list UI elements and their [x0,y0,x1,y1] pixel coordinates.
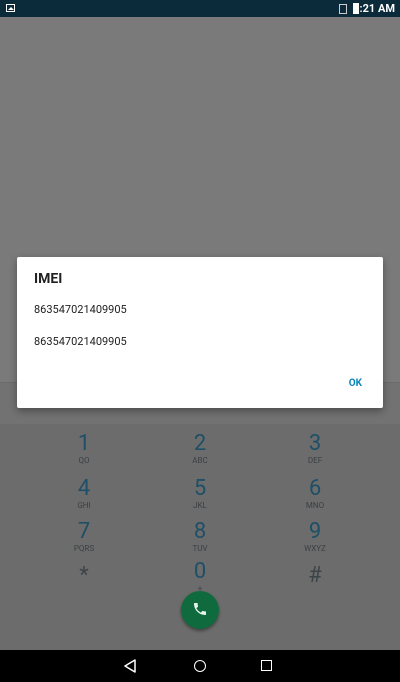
key-letters: WXYZ [304,544,326,553]
key-5[interactable]: 5 JKL [160,477,240,511]
status-bar: 3:21 AM [0,0,400,17]
key-letters: JKL [193,501,207,510]
navigation-bar [0,650,400,682]
image-icon [6,4,15,12]
key-star[interactable]: * [44,564,124,588]
recent-apps-icon[interactable] [261,660,272,671]
key-letters: PQRS [73,544,95,553]
key-digit: 0 [193,559,207,584]
imei-value-2: 863547021409905 [34,335,127,348]
imei-dialog: IMEI 863547021409905 863547021409905 OK [17,257,383,408]
key-6[interactable]: 6 MNO [275,477,355,511]
key-digit: 2 [193,431,207,456]
key-digit: 8 [193,519,207,544]
key-digit: 5 [193,476,207,501]
key-9[interactable]: 9 WXYZ [275,520,355,554]
key-digit: 6 [308,476,322,501]
key-1[interactable]: 1 QO [44,432,124,466]
back-icon[interactable] [124,659,136,673]
key-4[interactable]: 4 GHI [44,477,124,511]
ok-button[interactable]: OK [349,378,362,389]
home-icon[interactable] [194,660,206,672]
imei-value-1: 863547021409905 [34,303,127,316]
key-2[interactable]: 2 ABC [160,432,240,466]
key-digit: 1 [77,431,91,456]
key-letters: MNO [305,501,325,510]
key-hash[interactable]: # [275,564,355,588]
key-0[interactable]: 0 + [160,560,240,594]
dialog-title: IMEI [34,271,63,287]
key-letters: ABC [192,456,208,465]
key-digit: 9 [308,519,322,544]
key-digit: # [308,563,322,588]
key-digit: 3 [308,431,322,456]
key-letters: DEF [307,456,323,465]
key-digit: 7 [77,519,91,544]
call-button[interactable] [181,591,219,629]
key-7[interactable]: 7 PQRS [44,520,124,554]
status-time: 3:21 AM [353,2,395,15]
key-8[interactable]: 8 TUV [160,520,240,554]
no-sim-icon [339,4,347,14]
key-letters: QO [78,456,90,465]
key-digit: * [79,563,89,588]
phone-icon [194,603,206,615]
key-letters: TUV [192,544,208,553]
key-letters: GHI [77,501,91,510]
key-digit: 4 [77,476,91,501]
key-3[interactable]: 3 DEF [275,432,355,466]
